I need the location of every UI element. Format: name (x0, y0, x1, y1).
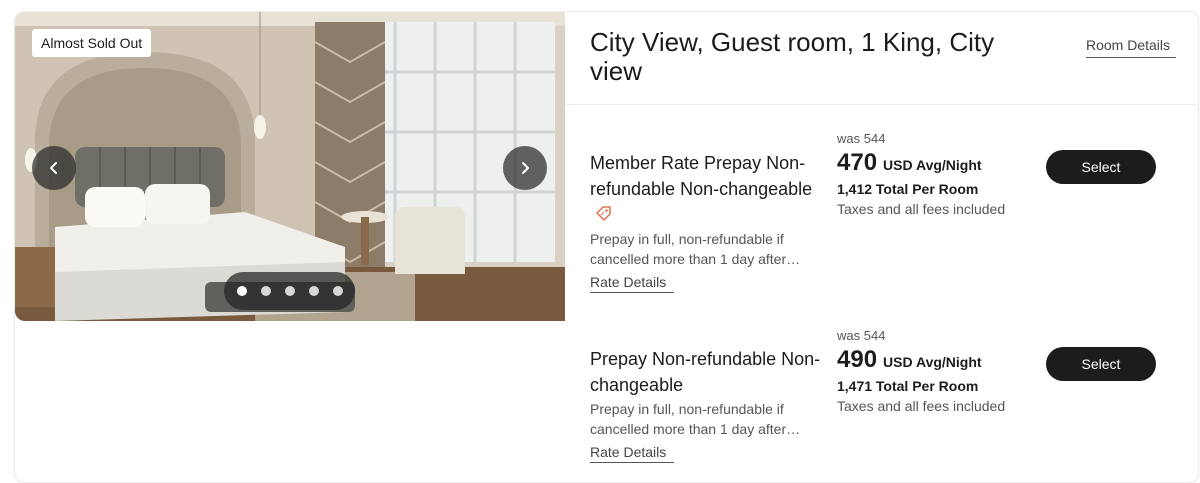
rate-name: Prepay Non-refundable Non-changeable (590, 349, 821, 395)
previous-photo-button[interactable] (32, 146, 76, 190)
rate-name: Member Rate Prepay Non-refundable Non-ch… (590, 153, 813, 199)
rate-description: Prepay in full, non-refundable if cancel… (590, 231, 801, 267)
price-unit: USD Avg/Night (883, 354, 982, 370)
price-unit: USD Avg/Night (883, 157, 982, 173)
nightly-price: 490 USD Avg/Night (837, 346, 982, 374)
select-button[interactable]: Select (1046, 150, 1156, 184)
rate-description: Prepay in full, non-refundable if cancel… (590, 401, 801, 437)
carousel-pagination (224, 272, 355, 310)
availability-badge: Almost Sold Out (32, 29, 152, 57)
room-details-link[interactable]: Room Details (1086, 37, 1177, 58)
room-card: Almost Sold Out City View, Guest room, 1… (14, 11, 1199, 483)
total-price: 1,412 Total Per Room (837, 181, 979, 197)
header-divider (565, 104, 1198, 105)
select-button[interactable]: Select (1046, 347, 1156, 381)
price-amount: 470 (837, 149, 878, 176)
price-amount: 490 (837, 346, 878, 373)
was-price: was 544 (837, 328, 886, 343)
rate-details-link[interactable]: Rate Details (590, 274, 675, 293)
room-photo-carousel[interactable]: Almost Sold Out (15, 12, 565, 321)
chevron-left-icon (50, 162, 57, 174)
carousel-dot[interactable] (260, 286, 271, 296)
taxes-note: Taxes and all fees included (837, 398, 1006, 414)
carousel-dot[interactable] (284, 286, 295, 296)
room-title: City View, Guest room, 1 King, City view (590, 27, 995, 86)
chevron-right-icon (522, 162, 529, 174)
taxes-note: Taxes and all fees included (837, 201, 1006, 217)
total-price: 1,471 Total Per Room (837, 378, 979, 394)
was-price: was 544 (837, 131, 886, 146)
price-tag-icon (596, 206, 611, 221)
rate-details-link[interactable]: Rate Details (590, 444, 675, 463)
nightly-price: 470 USD Avg/Night (837, 149, 982, 177)
carousel-dot[interactable] (236, 286, 247, 296)
next-photo-button[interactable] (503, 146, 547, 190)
carousel-dot[interactable] (308, 286, 319, 296)
carousel-dot[interactable] (332, 286, 343, 296)
